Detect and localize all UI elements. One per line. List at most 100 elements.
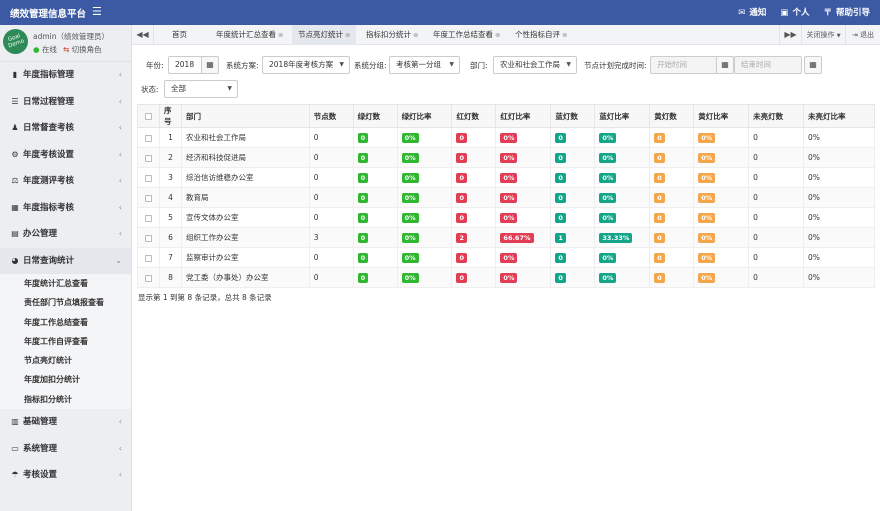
column-header[interactable]: 红灯数	[451, 104, 497, 128]
sidebar-item-users[interactable]: ♟ 日常督查考核 ‹	[0, 115, 131, 142]
tab-2[interactable]: 节点亮灯统计 ⊗	[292, 25, 357, 45]
start-calendar-icon[interactable]: ▦	[716, 56, 734, 74]
menu-toggle-icon[interactable]: ☰	[92, 5, 102, 18]
sidebar-submenu: 年度统计汇总查看 责任部门节点填报查看 年度工作总结查看 年度工作自评查看 节点亮灯统计…	[0, 274, 131, 410]
green-badge: 0	[357, 212, 369, 223]
tab-3[interactable]: 指标扣分统计 ⊗	[360, 25, 424, 45]
start-time-input[interactable]: 开始时间	[650, 56, 718, 74]
tab-4[interactable]: 年度工作总结查看 ⊗	[427, 25, 506, 45]
sidebar-item-monitor[interactable]: ▭ 系统管理 ‹	[0, 436, 131, 463]
status-select[interactable]: 全部 ▼	[164, 80, 238, 98]
switch-role-link[interactable]: ⇆ 切换角色	[63, 44, 102, 55]
dept-value: 宣传文体办公室	[185, 213, 239, 222]
submenu-item[interactable]: 年度工作自评查看	[0, 332, 131, 351]
cell-blue: 0	[550, 187, 596, 208]
cell-unlit: 0	[748, 267, 805, 288]
cell-red: 2	[451, 227, 497, 248]
table-row[interactable]: 5 宣传文体办公室 0 0 0% 0 0% 0 0% 0 0% 0 0%	[137, 207, 875, 228]
submenu-item[interactable]: 年度加扣分统计	[0, 370, 131, 389]
green-badge: 0	[357, 172, 369, 183]
sidebar-item-umbrella[interactable]: ☂ 考核设置 ‹	[0, 462, 131, 489]
yellow-badge: 0	[654, 172, 665, 183]
tab-5[interactable]: 个性指标自评 ⊗	[509, 25, 573, 45]
column-header[interactable]: 绿灯数	[352, 104, 398, 128]
column-header[interactable]: 节点数	[308, 104, 354, 128]
column-header[interactable]: 绿灯比率	[396, 104, 453, 128]
submenu-item[interactable]: 指标扣分统计	[0, 390, 131, 409]
tabs-prev-button[interactable]: ◀◀	[132, 25, 154, 45]
top-bell-link[interactable]: ✉ 通知	[738, 6, 766, 18]
top-help-link[interactable]: 〒帮助引导	[823, 6, 870, 18]
row-checkbox[interactable]	[144, 174, 152, 182]
column-header[interactable]: 部门	[180, 104, 310, 128]
row-checkbox[interactable]	[144, 234, 152, 242]
submenu-item[interactable]: 节点亮灯统计	[0, 351, 131, 370]
dept-select[interactable]: 农业和社会工作局 ▼	[493, 56, 577, 74]
group-select[interactable]: 考核第一分组 ▼	[389, 56, 460, 74]
close-ops-button[interactable]: 关闭操作 ▼	[801, 25, 845, 45]
cell-unlit: 0	[748, 247, 805, 268]
tabs-next-button[interactable]: ▶▶	[779, 25, 801, 45]
tab-close-icon[interactable]: ⊗	[495, 31, 500, 39]
submenu-item[interactable]: 责任部门节点填报查看	[0, 293, 131, 312]
sidebar-item-folder[interactable]: ▤ 办公管理 ‹	[0, 221, 131, 248]
tab-1[interactable]: 年度统计汇总查看 ⊗	[210, 25, 289, 45]
tab-close-icon[interactable]: ⊗	[278, 31, 283, 39]
chevron-left-icon: ‹	[118, 176, 122, 185]
sidebar-item-pie[interactable]: ◕ 日常查询统计 ⌄	[0, 247, 131, 274]
tab-close-icon[interactable]: ⊗	[345, 31, 350, 39]
sidebar-item-list[interactable]: ☰ 日常过程管理 ‹	[0, 89, 131, 116]
column-header[interactable]: 未亮灯数	[748, 104, 805, 128]
sidebar-item-scale[interactable]: ⚖ 年度测评考核 ‹	[0, 168, 131, 195]
cell-dept: 经济和科技促进局	[180, 147, 310, 168]
row-checkbox[interactable]	[144, 214, 152, 222]
column-header[interactable]: 红灯比率	[495, 104, 552, 128]
year-calendar-icon[interactable]: ▦	[201, 56, 219, 74]
sidebar-item-grid[interactable]: ▥ 基础管理 ‹	[0, 409, 131, 436]
table-row[interactable]: 1 农业和社会工作局 0 0 0% 0 0% 0 0% 0 0% 0 0%	[137, 127, 875, 148]
sidebar-item-gear[interactable]: ⚙ 年度考核设置 ‹	[0, 142, 131, 169]
sidebar-submenu-wrap: 年度统计汇总查看 责任部门节点填报查看 年度工作总结查看 年度工作自评查看 节点亮灯统计…	[0, 274, 131, 410]
cell-no: 7	[158, 247, 182, 268]
logout-button[interactable]: ⇥ 退出	[845, 25, 880, 45]
top-user-link[interactable]: ▣ 个人	[780, 6, 809, 18]
end-time-input[interactable]: 结束时间	[734, 56, 802, 74]
cell-blue-rate: 0%	[594, 267, 651, 288]
column-header[interactable]: 蓝灯数	[550, 104, 596, 128]
yellow-badge: 0	[654, 192, 665, 203]
row-checkbox[interactable]	[144, 254, 152, 262]
table-row[interactable]: 8 党工委（办事处）办公室 0 0 0% 0 0% 0 0% 0 0% 0 0%	[137, 267, 875, 288]
help-icon: 〒	[823, 8, 832, 18]
green-badge: 0	[357, 152, 369, 163]
column-header[interactable]: 序号	[158, 104, 182, 128]
submenu-item[interactable]: 年度工作总结查看	[0, 313, 131, 332]
column-header[interactable]: 未亮灯比率	[803, 104, 875, 128]
submenu-item[interactable]: 年度统计汇总查看	[0, 274, 131, 293]
table-row[interactable]: 2 经济和科技促进局 0 0 0% 0 0% 0 0% 0 0% 0 0%	[137, 147, 875, 168]
unlit-value: 0	[753, 193, 758, 202]
column-header[interactable]: 黄灯比率	[693, 104, 750, 128]
end-calendar-icon[interactable]: ▦	[804, 56, 822, 74]
column-header[interactable]: 黄灯数	[649, 104, 695, 128]
sidebar-item-chart[interactable]: ▮ 年度指标管理 ‹	[0, 62, 131, 89]
tab-label: 年度统计汇总查看	[216, 30, 276, 39]
row-checkbox[interactable]	[144, 134, 152, 142]
yellow-badge: 0	[654, 212, 665, 223]
column-header[interactable]: 蓝灯比率	[594, 104, 651, 128]
row-checkbox[interactable]	[144, 194, 152, 202]
table-row[interactable]: 7 监察审计办公室 0 0 0% 0 0% 0 0% 0 0% 0 0%	[137, 247, 875, 268]
cell-red-rate: 0%	[495, 267, 552, 288]
table-row[interactable]: 3 综治信访维稳办公室 0 0 0% 0 0% 0 0% 0 0% 0 0%	[137, 167, 875, 188]
row-checkbox[interactable]	[144, 274, 152, 282]
table-row[interactable]: 6 组织工作办公室 3 0 0% 2 66.67% 1 33.33% 0 0% 0 0%	[137, 227, 875, 248]
no-value: 5	[168, 213, 173, 222]
scheme-select[interactable]: 2018年度考核方案 ▼	[262, 56, 350, 74]
tab-close-icon[interactable]: ⊗	[413, 31, 418, 39]
sidebar-item-calendar[interactable]: ▦ 年度指标考核 ‹	[0, 195, 131, 222]
blue-badge: 0	[555, 172, 566, 183]
tab-close-icon[interactable]: ⊗	[562, 31, 567, 39]
select-all-checkbox[interactable]	[144, 113, 152, 120]
table-row[interactable]: 4 教育局 0 0 0% 0 0% 0 0% 0 0% 0 0%	[137, 187, 875, 208]
row-checkbox[interactable]	[144, 154, 152, 162]
tab-0[interactable]: 首页	[166, 25, 193, 45]
